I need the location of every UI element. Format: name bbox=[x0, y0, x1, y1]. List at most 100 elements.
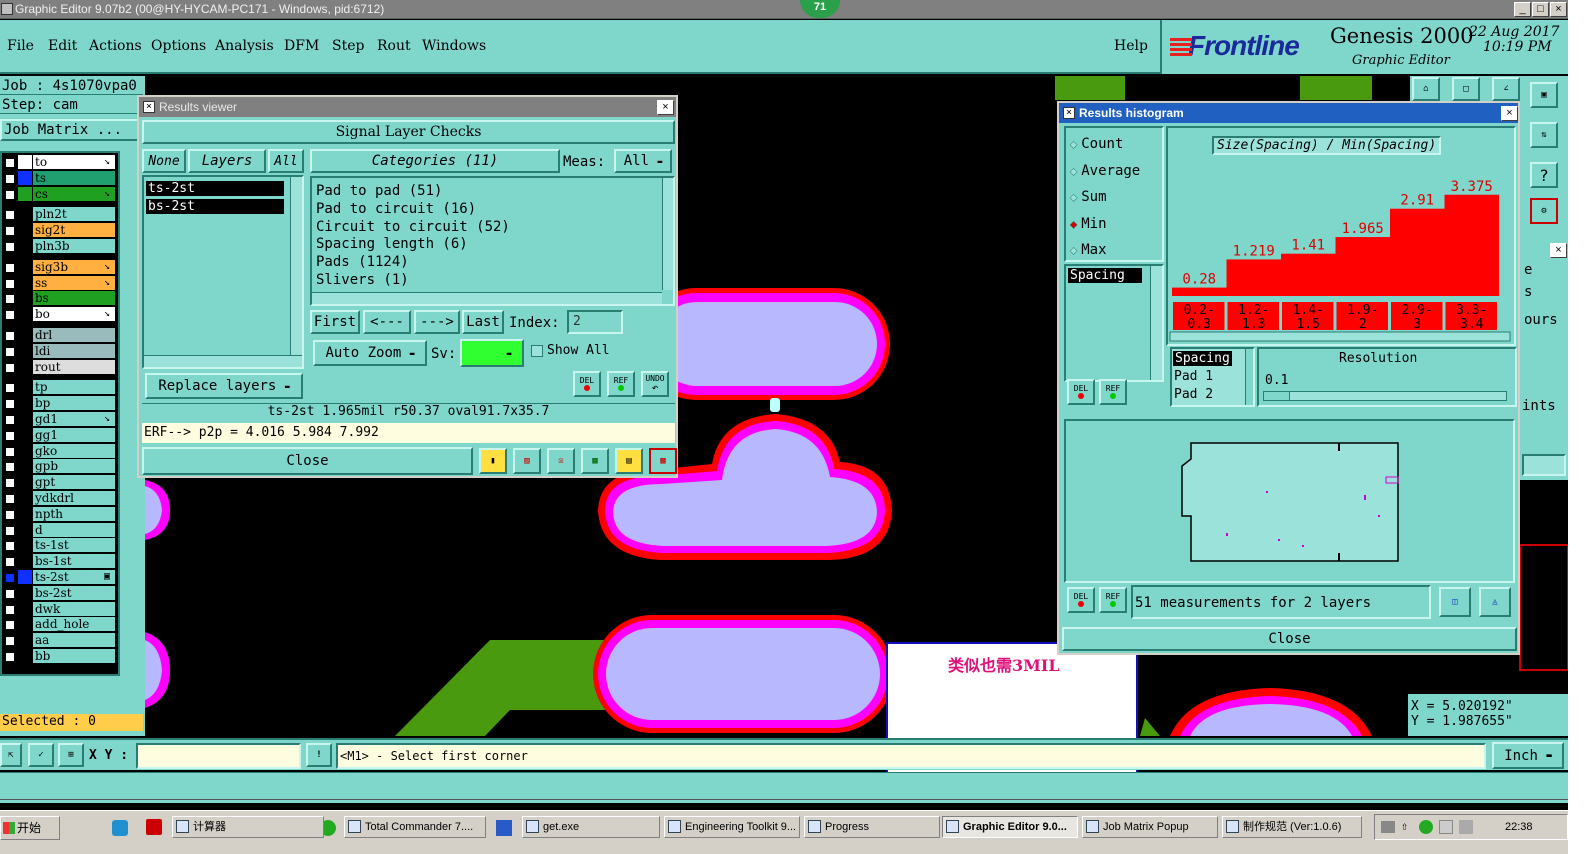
layer-row[interactable]: bb bbox=[2, 649, 120, 664]
layer-checkbox[interactable] bbox=[5, 262, 15, 273]
tray-icon[interactable] bbox=[1419, 820, 1433, 834]
rv-layer-item[interactable]: ts-2st bbox=[146, 181, 284, 196]
layer-row[interactable]: bs bbox=[2, 291, 120, 306]
menu-rout[interactable]: Rout bbox=[377, 38, 411, 54]
layer-row[interactable]: d bbox=[2, 522, 120, 538]
layer-color-swatch[interactable] bbox=[18, 207, 32, 221]
layer-checkbox[interactable] bbox=[5, 310, 15, 321]
help-icon[interactable]: ? bbox=[1530, 162, 1558, 188]
zoom-fit-icon[interactable]: ▣ bbox=[1530, 82, 1558, 108]
layer-color-swatch[interactable] bbox=[18, 307, 32, 321]
minimize-button[interactable]: _ bbox=[1514, 2, 1531, 17]
rh-ref-button[interactable]: REF bbox=[1099, 379, 1127, 405]
layer-color-swatch[interactable] bbox=[18, 554, 32, 568]
layer-row[interactable]: gd1 ↘ bbox=[2, 412, 120, 427]
first-button[interactable]: First bbox=[310, 310, 360, 334]
sv-color-dropdown[interactable]: ▬ bbox=[460, 339, 524, 367]
category-item[interactable]: Circuit to circuit (52) bbox=[314, 218, 654, 236]
layer-checkbox[interactable] bbox=[5, 541, 15, 552]
layer-row[interactable]: pln2t bbox=[2, 207, 120, 222]
layer-row[interactable]: gko bbox=[2, 443, 120, 459]
layer-color-swatch[interactable] bbox=[18, 276, 32, 290]
layer-row[interactable]: npth bbox=[2, 506, 120, 522]
layer-row[interactable]: bo ↘ bbox=[2, 307, 120, 322]
layer-row[interactable]: pln3b bbox=[2, 239, 120, 254]
layer-row[interactable]: gpt bbox=[2, 475, 120, 490]
del-button[interactable]: DEL bbox=[573, 371, 601, 397]
rv-layer-list[interactable]: ts-2st bs-2st bbox=[142, 175, 304, 369]
layer-color-swatch[interactable] bbox=[18, 328, 32, 342]
index-input[interactable]: 2 bbox=[567, 310, 623, 334]
category-item[interactable]: Pad to pad (51) bbox=[314, 182, 654, 200]
stat-option-sum[interactable]: ◆ Sum bbox=[1070, 187, 1107, 207]
layer-row[interactable]: ldi bbox=[2, 343, 120, 359]
categories-hscroll[interactable] bbox=[312, 292, 662, 304]
taskbar-item[interactable]: get.exe bbox=[522, 816, 660, 838]
rh-close-button[interactable]: Close bbox=[1062, 627, 1517, 651]
layer-row[interactable]: rout bbox=[2, 359, 120, 375]
menu-analysis[interactable]: Analysis bbox=[215, 38, 274, 54]
category-item[interactable]: Spacing length (6) bbox=[314, 235, 654, 253]
export-icon[interactable]: ◫ bbox=[1439, 587, 1471, 617]
grid-tool-icon[interactable]: ⊞ bbox=[58, 743, 84, 767]
next-button[interactable]: ---> bbox=[414, 310, 460, 334]
quicklaunch-icon[interactable] bbox=[112, 820, 128, 836]
stat-list[interactable]: Spacing bbox=[1064, 264, 1164, 382]
layer-row[interactable]: to ↘ bbox=[2, 155, 120, 170]
xy-input[interactable] bbox=[136, 743, 301, 769]
stat-list-item[interactable]: Spacing bbox=[1068, 268, 1142, 283]
layer-checkbox[interactable] bbox=[5, 478, 15, 489]
auto-zoom-dropdown[interactable]: Auto Zoom ▬ bbox=[313, 340, 427, 366]
histogram-bar[interactable] bbox=[1281, 253, 1336, 296]
info-icon[interactable]: ! bbox=[306, 743, 332, 767]
histogram-bar[interactable] bbox=[1444, 194, 1500, 296]
exit-icon[interactable]: ▨ bbox=[513, 448, 541, 474]
layer-row[interactable]: add_hole bbox=[2, 617, 120, 632]
histogram-bar[interactable] bbox=[1226, 259, 1282, 296]
layer-row[interactable]: gg1 bbox=[2, 427, 120, 443]
layer-color-swatch[interactable] bbox=[18, 344, 32, 358]
layer-checkbox[interactable] bbox=[5, 620, 15, 631]
pdf-icon[interactable] bbox=[146, 819, 162, 835]
layer-row[interactable]: tp bbox=[2, 380, 120, 395]
layer-checkbox[interactable] bbox=[5, 573, 15, 583]
import-icon[interactable]: ◬ bbox=[1479, 587, 1511, 617]
layer-checkbox[interactable] bbox=[5, 189, 15, 200]
menu-step[interactable]: Step bbox=[332, 38, 364, 54]
rh-del-button-2[interactable]: DEL bbox=[1067, 587, 1095, 613]
units-dropdown[interactable]: Inch ▬ bbox=[1492, 742, 1564, 769]
settings-icon[interactable]: ⚙ bbox=[1530, 198, 1558, 224]
ref-button[interactable]: REF bbox=[607, 371, 635, 397]
rh-ref-button-2[interactable]: REF bbox=[1099, 587, 1127, 613]
layer-color-swatch[interactable] bbox=[18, 617, 32, 631]
undo-button[interactable]: UNDO ↶ bbox=[641, 371, 669, 397]
layer-checkbox[interactable] bbox=[5, 383, 15, 394]
layer-checkbox[interactable] bbox=[5, 226, 15, 237]
layer-color-swatch[interactable] bbox=[18, 507, 32, 521]
maximize-button[interactable]: □ bbox=[1532, 2, 1549, 17]
line-tool-icon[interactable]: ✓ bbox=[28, 743, 54, 767]
layer-color-swatch[interactable] bbox=[18, 459, 32, 473]
resolution-slider-thumb[interactable] bbox=[1264, 392, 1290, 400]
rv-layer-item[interactable]: bs-2st bbox=[146, 199, 284, 214]
stat-option-count[interactable]: ◆ Count bbox=[1070, 134, 1124, 154]
menu-help[interactable]: Help bbox=[1114, 38, 1148, 54]
report-icon[interactable]: ▤ bbox=[615, 448, 643, 474]
layer-row[interactable]: sig3b ↘ bbox=[2, 259, 120, 275]
layer-row[interactable]: ss ↘ bbox=[2, 275, 120, 291]
tray-icon[interactable] bbox=[1381, 821, 1395, 833]
layer-checkbox[interactable] bbox=[5, 242, 15, 252]
layer-row[interactable]: sig2t bbox=[2, 223, 120, 238]
layer-color-swatch[interactable] bbox=[18, 444, 32, 458]
prev-button[interactable]: <--- bbox=[363, 310, 411, 334]
layer-color-swatch[interactable] bbox=[18, 491, 32, 505]
layer-row[interactable]: gpb bbox=[2, 459, 120, 474]
all-button[interactable]: All bbox=[268, 149, 304, 173]
layers-button[interactable]: Layers bbox=[188, 149, 266, 173]
layer-checkbox[interactable] bbox=[5, 415, 15, 425]
taskbar-item[interactable]: Total Commander 7.... bbox=[344, 816, 486, 838]
layer-color-swatch[interactable] bbox=[18, 428, 32, 442]
erf-crossed-icon[interactable]: ☒ bbox=[547, 448, 575, 474]
layer-checkbox[interactable] bbox=[5, 604, 15, 615]
layer-row[interactable]: ts-2st ▣ bbox=[2, 570, 120, 585]
